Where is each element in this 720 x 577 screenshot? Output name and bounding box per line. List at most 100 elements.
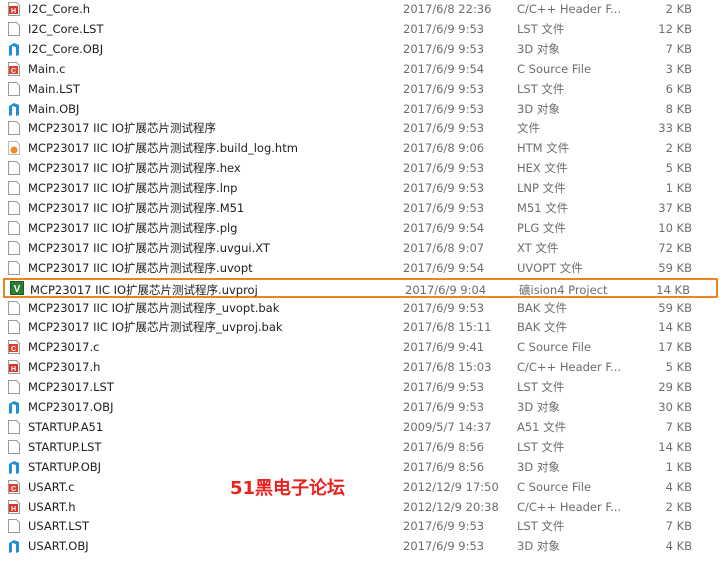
file-row[interactable]: STARTUP.LST 2017/6/9 8:56 LST 文件 14 KB (0, 437, 720, 457)
blank-file-icon (8, 380, 20, 395)
c-file-icon: C (8, 479, 20, 494)
file-row[interactable]: MCP23017.LST 2017/6/9 9:53 LST 文件 29 KB (0, 377, 720, 397)
file-row[interactable]: Main.LST 2017/6/9 9:53 LST 文件 6 KB (0, 79, 720, 99)
file-size: 14 KB (658, 320, 692, 335)
file-size: 72 KB (658, 240, 692, 255)
file-row[interactable]: MCP23017 IIC IO扩展芯片测试程序.plg 2017/6/9 9:5… (0, 218, 720, 238)
uvision-project-icon: V (10, 280, 24, 295)
blank-file-icon (8, 21, 20, 36)
blank-file-icon (8, 519, 20, 534)
file-row[interactable]: STARTUP.A51 2009/5/7 14:37 A51 文件 7 KB (0, 417, 720, 437)
file-row[interactable]: MCP23017 IIC IO扩展芯片测试程序_uvopt.bak 2017/6… (0, 298, 720, 318)
c-file-icon: C (8, 61, 20, 76)
file-date: 2017/6/9 9:53 (403, 81, 485, 96)
file-name: MCP23017.OBJ (28, 400, 114, 414)
watermark: 51黑电子论坛 (230, 478, 346, 499)
file-type: 3D 对象 (517, 400, 560, 414)
blank-file-icon (8, 121, 20, 136)
file-name: MCP23017 IIC IO扩展芯片测试程序.lnp (28, 181, 238, 196)
file-row[interactable]: MCP23017 IIC IO扩展芯片测试程序.hex 2017/6/9 9:5… (0, 158, 720, 178)
file-size: 4 KB (665, 479, 692, 494)
file-row[interactable]: MCP23017 IIC IO扩展芯片测试程序 2017/6/9 9:53 文件… (0, 118, 720, 138)
file-row[interactable]: C Main.c 2017/6/9 9:54 C Source File 3 K… (0, 59, 720, 79)
file-row[interactable]: MCP23017 IIC IO扩展芯片测试程序.uvopt 2017/6/9 9… (0, 258, 720, 278)
file-row[interactable]: I2C_Core.LST 2017/6/9 9:53 LST 文件 12 KB (0, 19, 720, 39)
file-row[interactable]: USART.LST 2017/6/9 9:53 LST 文件 7 KB (0, 516, 720, 536)
file-date: 2017/6/9 9:53 (403, 121, 485, 136)
svg-text:V: V (14, 284, 21, 295)
svg-text:C: C (11, 346, 16, 353)
file-size: 1 KB (665, 459, 692, 474)
file-name: MCP23017 IIC IO扩展芯片测试程序 (28, 121, 217, 136)
file-type: XT 文件 (517, 240, 559, 255)
file-size: 4 KB (665, 539, 692, 554)
file-row[interactable]: MCP23017.OBJ 2017/6/9 9:53 3D 对象 30 KB (0, 397, 720, 417)
file-row[interactable]: MCP23017 IIC IO扩展芯片测试程序.build_log.htm 20… (0, 138, 720, 158)
svg-text:H: H (11, 366, 16, 373)
file-name: Main.LST (28, 81, 80, 96)
file-date: 2017/6/9 9:53 (403, 519, 485, 534)
file-row[interactable]: Main.OBJ 2017/6/9 9:53 3D 对象 8 KB (0, 99, 720, 119)
file-name: Main.OBJ (28, 101, 80, 116)
file-row[interactable]: H USART.h 2012/12/9 20:38 C/C++ Header F… (0, 497, 720, 517)
file-row[interactable]: MCP23017 IIC IO扩展芯片测试程序.lnp 2017/6/9 9:5… (0, 178, 720, 198)
file-name: I2C_Core.OBJ (28, 41, 104, 56)
file-row[interactable]: C MCP23017.c 2017/6/9 9:41 C Source File… (0, 337, 720, 357)
file-type: BAK 文件 (517, 300, 567, 315)
file-row[interactable]: I2C_Core.OBJ 2017/6/9 9:53 3D 对象 7 KB (0, 39, 720, 59)
file-size: 7 KB (665, 41, 692, 56)
file-size: 37 KB (658, 201, 692, 215)
blank-file-icon (8, 161, 20, 176)
file-type: HTM 文件 (517, 141, 570, 156)
file-type: UVOPT 文件 (517, 260, 583, 275)
file-name: MCP23017 IIC IO扩展芯片测试程序_uvproj.bak (28, 320, 283, 335)
file-type: 3D 对象 (517, 539, 560, 554)
file-row-selected[interactable]: V MCP23017 IIC IO扩展芯片测试程序.uvproj 2017/6/… (3, 277, 718, 298)
blank-file-icon (8, 220, 20, 235)
file-date: 2017/6/9 8:56 (403, 439, 485, 454)
file-type: LST 文件 (517, 21, 565, 36)
file-row[interactable]: MCP23017 IIC IO扩展芯片测试程序.M51 2017/6/9 9:5… (0, 198, 720, 218)
file-name: MCP23017 IIC IO扩展芯片测试程序.M51 (28, 201, 245, 215)
file-type: 3D 对象 (517, 101, 560, 116)
blank-file-icon (8, 260, 20, 275)
file-date: 2017/6/9 9:53 (403, 201, 485, 215)
file-type: M51 文件 (517, 201, 569, 215)
file-row[interactable]: H I2C_Core.h 2017/6/8 22:36 C/C++ Header… (0, 0, 720, 19)
file-size: 10 KB (658, 220, 692, 235)
svg-text:H: H (11, 506, 16, 513)
file-type: LST 文件 (517, 439, 565, 454)
blank-file-icon (8, 439, 20, 454)
file-row[interactable]: MCP23017 IIC IO扩展芯片测试程序_uvproj.bak 2017/… (0, 317, 720, 337)
file-name: I2C_Core.h (28, 2, 91, 16)
file-type: LST 文件 (517, 380, 565, 395)
h-file-icon: H (8, 360, 20, 375)
file-date: 2017/6/9 9:53 (403, 161, 485, 176)
file-size: 59 KB (658, 260, 692, 275)
file-name: MCP23017.h (28, 360, 101, 375)
file-date: 2017/6/9 9:54 (403, 260, 485, 275)
file-size: 2 KB (665, 141, 692, 156)
file-size: 33 KB (658, 121, 692, 136)
blank-file-icon (8, 181, 20, 196)
file-row[interactable]: USART.OBJ 2017/6/9 9:53 3D 对象 4 KB (0, 536, 720, 556)
file-type: C/C++ Header F... (517, 499, 622, 514)
file-name: USART.LST (28, 519, 89, 534)
file-name: I2C_Core.LST (28, 21, 104, 36)
file-name: MCP23017 IIC IO扩展芯片测试程序.uvgui.XT (28, 240, 270, 255)
file-size: 17 KB (658, 340, 692, 355)
file-row[interactable]: H MCP23017.h 2017/6/8 15:03 C/C++ Header… (0, 357, 720, 377)
file-size: 3 KB (665, 61, 692, 76)
file-row[interactable]: C USART.c 2012/12/9 17:50 C Source File … (0, 477, 720, 497)
file-name: USART.h (28, 499, 76, 514)
file-type: 3D 对象 (517, 459, 560, 474)
file-date: 2017/6/8 9:07 (403, 240, 485, 255)
3d-object-icon (8, 460, 20, 474)
file-type: HEX 文件 (517, 161, 568, 176)
blank-file-icon (8, 300, 20, 315)
file-row[interactable]: STARTUP.OBJ 2017/6/9 8:56 3D 对象 1 KB (0, 457, 720, 477)
file-date: 2017/6/9 9:53 (403, 539, 485, 554)
file-row[interactable]: MCP23017 IIC IO扩展芯片测试程序.uvgui.XT 2017/6/… (0, 238, 720, 258)
htm-file-icon (8, 141, 20, 156)
3d-object-icon (8, 400, 20, 414)
